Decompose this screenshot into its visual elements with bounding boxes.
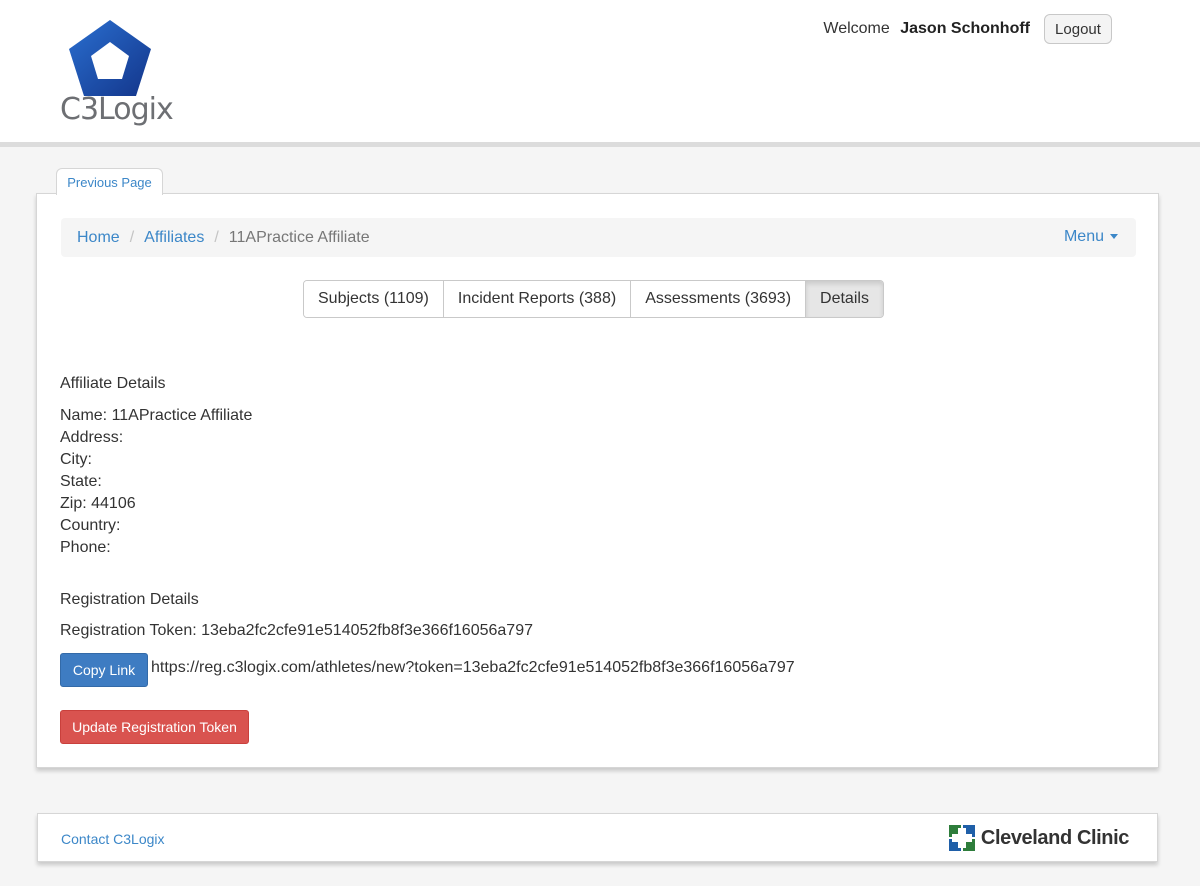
menu-label: Menu <box>1063 228 1104 245</box>
top-header: C3Logix Welcome Jason Schonhoff Logout <box>0 0 1200 147</box>
logo-text: C3Logix <box>60 92 174 127</box>
contact-link[interactable]: Contact C3Logix <box>61 831 165 847</box>
user-name: Jason Schonhoff <box>900 20 1030 37</box>
welcome-message: Welcome Jason Schonhoff <box>823 20 1030 38</box>
cleveland-clinic-logo: Cleveland Clinic <box>948 825 1129 851</box>
affiliate-tabs: Subjects (1109) Incident Reports (388) A… <box>303 280 884 318</box>
affiliate-country: Country: <box>60 517 121 534</box>
logout-button[interactable]: Logout <box>1044 14 1112 44</box>
footer: Contact C3Logix Cleveland Clinic <box>37 813 1158 862</box>
affiliate-state: State: <box>60 473 102 490</box>
welcome-label: Welcome <box>823 20 890 37</box>
affiliate-details-heading: Affiliate Details <box>60 375 166 392</box>
breadcrumb: Home / Affiliates / 11APractice Affiliat… <box>61 218 1136 257</box>
affiliate-address: Address: <box>60 429 124 446</box>
cleveland-clinic-text: Cleveland Clinic <box>980 826 1129 849</box>
affiliate-zip: Zip: 44106 <box>60 495 136 512</box>
menu-dropdown[interactable]: Menu <box>1064 228 1118 246</box>
breadcrumb-affiliates[interactable]: Affiliates <box>144 229 204 247</box>
copy-link-button[interactable]: Copy Link <box>60 653 148 687</box>
caret-down-icon <box>1110 234 1118 240</box>
affiliate-name: Name: 11APractice Affiliate <box>60 407 253 424</box>
affiliate-details: Name: 11APractice Affiliate Address: Cit… <box>60 405 252 559</box>
main-panel: Home / Affiliates / 11APractice Affiliat… <box>36 193 1159 768</box>
tab-incident-reports[interactable]: Incident Reports (388) <box>443 281 632 317</box>
breadcrumb-home[interactable]: Home <box>77 229 120 247</box>
breadcrumb-current: 11APractice Affiliate <box>228 228 370 246</box>
update-registration-token-button[interactable]: Update Registration Token <box>60 710 249 744</box>
cleveland-clinic-cross-icon <box>948 825 975 851</box>
breadcrumb-separator: / <box>129 228 135 246</box>
tab-assessments[interactable]: Assessments (3693) <box>631 281 807 317</box>
registration-token: Registration Token: 13eba2fc2cfe91e51405… <box>60 622 533 639</box>
registration-details-heading: Registration Details <box>60 591 199 608</box>
tab-details[interactable]: Details <box>806 281 883 317</box>
previous-page-tab[interactable]: Previous Page <box>56 168 163 195</box>
pentagon-logo-icon <box>69 20 151 96</box>
breadcrumb-separator: / <box>214 228 219 246</box>
c3logix-logo[interactable]: C3Logix <box>60 18 174 130</box>
affiliate-city: City: <box>60 451 92 468</box>
tab-subjects[interactable]: Subjects (1109) <box>304 281 444 317</box>
affiliate-phone: Phone: <box>60 539 111 556</box>
registration-url: https://reg.c3logix.com/athletes/new?tok… <box>151 659 795 676</box>
